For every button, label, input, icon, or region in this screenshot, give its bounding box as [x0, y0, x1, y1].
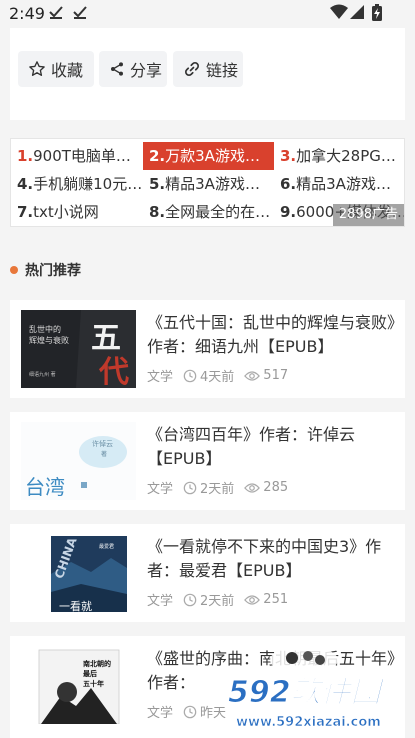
eye-icon [244, 482, 261, 493]
ad-link-text: 精品3A游戏… [165, 175, 260, 193]
cover-text: 乱世中的 [29, 324, 61, 334]
post-meta: 文学 2天前 251 [147, 590, 288, 609]
eye-icon [244, 594, 261, 605]
cover-text: 辉煌与衰败 [29, 335, 69, 345]
post-meta: 文学 4天前 517 [147, 366, 288, 385]
ad-link-number: 8. [149, 203, 166, 221]
ad-link-number: 3. [280, 147, 297, 165]
status-time: 2:49 [9, 4, 45, 23]
ad-link-item[interactable]: 5.精品3A游戏… [143, 170, 274, 198]
section-title-text: 热门推荐 [25, 263, 81, 279]
cover-text: 一看就 [59, 599, 92, 612]
post-category: 文学 [147, 706, 174, 721]
link-label: 链接 [206, 61, 239, 80]
cover-text: 许倬云 [92, 439, 113, 448]
clock-icon [183, 593, 197, 606]
ad-link-item[interactable]: 8.全网最全的在… [143, 198, 274, 226]
book-cover: 南北朝的 最后 五十年 [21, 646, 136, 724]
ad-link-text: 万款3A游戏… [165, 147, 260, 165]
post-category: 文学 [147, 482, 174, 497]
post-category: 文学 [147, 594, 174, 609]
watermark-brand: 592软件园 [228, 675, 386, 710]
ad-link-number: 2. [149, 147, 166, 165]
post-views: 251 [263, 592, 289, 607]
clock-icon [183, 369, 197, 382]
favorite-button[interactable]: 收藏 [18, 51, 94, 87]
clock-icon [183, 481, 197, 494]
post-views: 517 [263, 368, 289, 383]
ad-link-number: 1. [17, 147, 34, 165]
ad-link-number: 6. [280, 175, 297, 193]
post-title[interactable]: 《五代十国：乱世中的辉煌与衰败》作者：细语九州【EPUB】 [147, 311, 397, 359]
cover-text: 最爱君 [99, 543, 114, 550]
post-meta: 文学 2天前 285 [147, 478, 288, 497]
share-icon [111, 62, 123, 76]
ad-link-text: 手机躺赚10元… [33, 175, 143, 193]
link-button[interactable]: 链接 [173, 51, 243, 87]
cover-text: 著 [101, 450, 107, 458]
ad-label: 2898广告 [332, 204, 404, 226]
cover-text: 最后 [83, 669, 97, 678]
status-bar: 2:49 [0, 0, 415, 28]
post-card[interactable]: CHINA 一看就 最爱君 《一看就停不下来的中国史3》作者：最爱君【EPUB】… [10, 524, 405, 622]
wifi-icon [330, 4, 348, 19]
cover-text: 细语九州 著 [29, 371, 56, 378]
ad-link-grid: 1.900T电脑单… 2.万款3A游戏… 3.加拿大28PG… 4.手机躺赚10… [10, 138, 405, 227]
post-title[interactable]: 《台湾四百年》作者：许倬云【EPUB】 [147, 423, 397, 471]
eye-icon [244, 370, 261, 381]
share-button[interactable]: 分享 [99, 51, 167, 87]
post-time: 2天前 [200, 482, 235, 497]
cover-text: 五 [91, 321, 121, 356]
ad-link-item[interactable]: 1.900T电脑单… [11, 142, 143, 170]
post-time: 2天前 [200, 594, 235, 609]
ad-link-text: 精品3A游戏… [296, 175, 391, 193]
cover-text: 台湾 [25, 475, 65, 499]
star-outline-icon [29, 61, 45, 76]
ad-link-text: 900T电脑单… [33, 147, 131, 165]
ad-link-number: 7. [17, 203, 34, 221]
ad-link-item[interactable]: 6.精品3A游戏… [274, 170, 404, 198]
share-label: 分享 [130, 61, 163, 80]
ad-link-item[interactable]: 2.万款3A游戏… [143, 142, 274, 170]
book-cover: CHINA 一看就 最爱君 [21, 534, 136, 612]
action-card: 收藏 分享 链接 [10, 28, 405, 120]
ad-link-item[interactable]: 3.加拿大28PG… [274, 142, 404, 170]
ad-link-number: 9. [280, 203, 297, 221]
ad-link-number: 5. [149, 175, 166, 193]
post-time: 4天前 [200, 370, 235, 385]
ad-link-item[interactable]: 4.手机躺赚10元… [11, 170, 143, 198]
book-cover: 乱世中的 辉煌与衰败 五 代 细语九州 著 [21, 310, 136, 388]
cover-text: 五十年 [83, 679, 104, 688]
book-cover: 许倬云 著 台湾 [21, 422, 136, 500]
favorite-label: 收藏 [51, 61, 84, 80]
post-title[interactable]: 《一看就停不下来的中国史3》作者：最爱君【EPUB】 [147, 535, 397, 583]
ad-link-text: 全网最全的在… [165, 203, 271, 221]
clock-icon [183, 705, 197, 718]
ad-link-text: 加拿大28PG… [296, 147, 396, 165]
ad-link-item[interactable]: 7.txt小说网 [11, 198, 143, 226]
site-watermark: 592软件园 www.592xiazai.com [222, 636, 415, 738]
link-icon [185, 62, 199, 76]
post-card[interactable]: 乱世中的 辉煌与衰败 五 代 细语九州 著 《五代十国：乱世中的辉煌与衰败》作者… [10, 300, 405, 398]
post-card[interactable]: 许倬云 著 台湾 《台湾四百年》作者：许倬云【EPUB】 文学 2天前 285 [10, 412, 405, 510]
post-meta: 文学 昨天 [147, 702, 226, 721]
download-done-icon [49, 6, 63, 19]
download-done-icon [73, 6, 87, 19]
post-category: 文学 [147, 370, 174, 385]
ad-link-text: txt小说网 [33, 203, 99, 221]
ad-link-number: 4. [17, 175, 34, 193]
post-views: 285 [263, 480, 289, 495]
signal-icon [350, 5, 364, 19]
battery-charging-icon [372, 4, 382, 21]
watermark-url: www.592xiazai.com [236, 715, 381, 730]
cover-text: 代 [98, 355, 129, 388]
section-dot-icon [10, 266, 18, 274]
cover-text: 南北朝的 [83, 659, 111, 668]
section-title: 热门推荐 [10, 260, 81, 280]
